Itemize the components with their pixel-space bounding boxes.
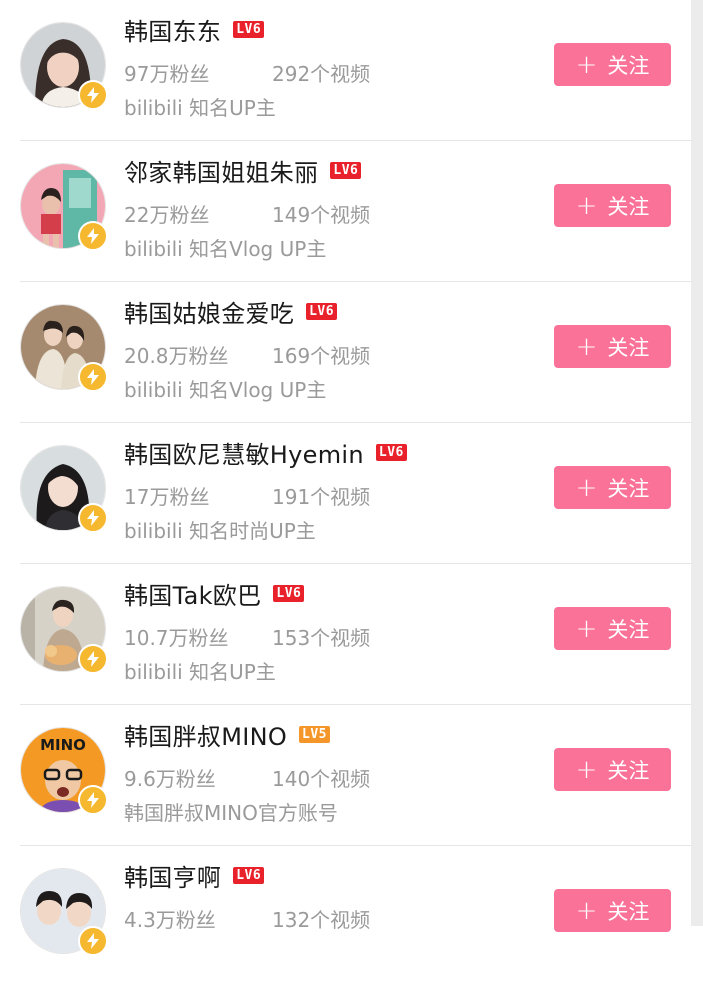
list-item[interactable]: MINO 韩国胖叔MINO LV5 9.6万粉丝 140个视频 韩国胖叔MINO… bbox=[0, 705, 691, 846]
plus-icon: + bbox=[575, 895, 598, 926]
user-name[interactable]: 韩国姑娘金爱吃 bbox=[124, 294, 294, 329]
follow-label: 关注 bbox=[607, 194, 650, 219]
plus-icon: + bbox=[575, 472, 598, 503]
plus-icon: + bbox=[575, 331, 598, 362]
plus-icon: + bbox=[575, 613, 598, 644]
user-description: bilibili 知名Vlog UP主 bbox=[124, 378, 327, 402]
follow-button[interactable]: + 关注 bbox=[554, 466, 671, 509]
level-badge: LV5 bbox=[299, 725, 331, 743]
avatar[interactable] bbox=[20, 304, 108, 392]
plus-icon: + bbox=[575, 49, 598, 80]
lightning-icon bbox=[78, 80, 108, 110]
avatar[interactable]: MINO bbox=[20, 727, 108, 815]
lightning-icon bbox=[78, 503, 108, 533]
lightning-icon bbox=[78, 362, 108, 392]
follow-label: 关注 bbox=[607, 899, 650, 924]
follow-label: 关注 bbox=[607, 53, 650, 78]
video-count: 149个视频 bbox=[272, 203, 371, 227]
list-item[interactable]: 邻家韩国姐姐朱丽 LV6 22万粉丝 149个视频 bilibili 知名Vlo… bbox=[0, 141, 691, 282]
avatar[interactable] bbox=[20, 163, 108, 251]
user-name[interactable]: 韩国胖叔MINO bbox=[124, 717, 287, 752]
list-item[interactable]: 韩国Tak欧巴 LV6 10.7万粉丝 153个视频 bilibili 知名UP… bbox=[0, 564, 691, 705]
video-count: 292个视频 bbox=[272, 62, 371, 86]
user-description: 韩国胖叔MINO官方账号 bbox=[124, 801, 338, 825]
avatar[interactable] bbox=[20, 445, 108, 533]
user-name[interactable]: 韩国欧尼慧敏Hyemin bbox=[124, 435, 364, 470]
level-badge: LV6 bbox=[273, 584, 305, 602]
video-count: 191个视频 bbox=[272, 485, 371, 509]
fans-count: 97万粉丝 bbox=[124, 62, 210, 86]
fans-count: 4.3万粉丝 bbox=[124, 908, 216, 932]
video-count: 140个视频 bbox=[272, 767, 371, 791]
user-name[interactable]: 韩国Tak欧巴 bbox=[124, 576, 261, 611]
follow-label: 关注 bbox=[607, 617, 650, 642]
user-description: bilibili 知名时尚UP主 bbox=[124, 519, 316, 543]
user-name[interactable]: 韩国亨啊 bbox=[124, 858, 221, 893]
level-badge: LV6 bbox=[330, 161, 362, 179]
mino-logo-text: MINO bbox=[40, 736, 86, 754]
fans-count: 20.8万粉丝 bbox=[124, 344, 229, 368]
user-description: bilibili 知名Vlog UP主 bbox=[124, 237, 327, 261]
list-item[interactable]: 韩国亨啊 LV6 4.3万粉丝 132个视频 + 关注 bbox=[0, 846, 691, 987]
fans-count: 17万粉丝 bbox=[124, 485, 210, 509]
video-count: 132个视频 bbox=[272, 908, 371, 932]
scrollbar[interactable] bbox=[691, 0, 703, 926]
follow-button[interactable]: + 关注 bbox=[554, 325, 671, 368]
video-count: 169个视频 bbox=[272, 344, 371, 368]
follow-label: 关注 bbox=[607, 758, 650, 783]
level-badge: LV6 bbox=[233, 20, 265, 38]
follow-label: 关注 bbox=[607, 476, 650, 501]
lightning-icon bbox=[78, 221, 108, 251]
follow-button[interactable]: + 关注 bbox=[554, 43, 671, 86]
level-badge: LV6 bbox=[233, 866, 265, 884]
fans-count: 22万粉丝 bbox=[124, 203, 210, 227]
user-description: bilibili 知名UP主 bbox=[124, 96, 276, 120]
list-item[interactable]: 韩国欧尼慧敏Hyemin LV6 17万粉丝 191个视频 bilibili 知… bbox=[0, 423, 691, 564]
avatar[interactable] bbox=[20, 586, 108, 674]
user-name[interactable]: 邻家韩国姐姐朱丽 bbox=[124, 153, 318, 188]
plus-icon: + bbox=[575, 754, 598, 785]
fans-count: 9.6万粉丝 bbox=[124, 767, 216, 791]
follow-button[interactable]: + 关注 bbox=[554, 607, 671, 650]
avatar[interactable] bbox=[20, 22, 108, 110]
follow-label: 关注 bbox=[607, 335, 650, 360]
level-badge: LV6 bbox=[306, 302, 338, 320]
follow-button[interactable]: + 关注 bbox=[554, 184, 671, 227]
lightning-icon bbox=[78, 926, 108, 956]
level-badge: LV6 bbox=[375, 443, 407, 461]
user-description: bilibili 知名UP主 bbox=[124, 660, 276, 684]
plus-icon: + bbox=[575, 190, 598, 221]
list-item[interactable]: 韩国姑娘金爱吃 LV6 20.8万粉丝 169个视频 bilibili 知名Vl… bbox=[0, 282, 691, 423]
follow-button[interactable]: + 关注 bbox=[554, 748, 671, 791]
list-item[interactable]: 韩国东东 LV6 97万粉丝 292个视频 bilibili 知名UP主 + 关… bbox=[0, 0, 691, 141]
lightning-icon bbox=[78, 644, 108, 674]
video-count: 153个视频 bbox=[272, 626, 371, 650]
user-name[interactable]: 韩国东东 bbox=[124, 12, 221, 47]
fans-count: 10.7万粉丝 bbox=[124, 626, 229, 650]
lightning-icon bbox=[78, 785, 108, 815]
avatar[interactable] bbox=[20, 868, 108, 956]
